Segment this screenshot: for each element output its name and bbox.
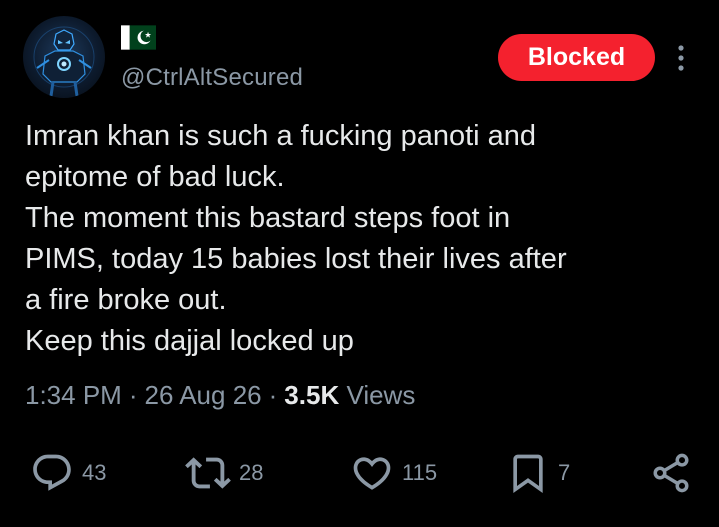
pakistan-flag-icon xyxy=(121,25,156,50)
armored-figure-avatar-icon xyxy=(33,26,95,97)
tweet-text: Imran khan is such a fucking panoti and … xyxy=(25,116,705,362)
reply-icon xyxy=(33,454,71,491)
action-bar: 43 28 115 7 xyxy=(0,448,719,498)
like-count: 115 xyxy=(402,460,438,485)
author-handle[interactable]: @CtrlAltSecured xyxy=(121,64,303,92)
meta-separator: · xyxy=(128,380,138,410)
tweet-meta: 1:34 PM · 26 Aug 26 · 3.5K Views xyxy=(25,380,415,411)
heart-icon xyxy=(353,457,391,490)
tweet-text-line: Keep this dajjal locked up xyxy=(25,325,354,357)
tweet-text-line: PIMS, today 15 babies lost their lives a… xyxy=(25,243,567,275)
bookmark-count: 7 xyxy=(558,460,571,485)
repost-count: 28 xyxy=(239,460,264,485)
share-button[interactable] xyxy=(649,448,693,498)
reply-count: 43 xyxy=(82,460,107,485)
tweet-card: @CtrlAltSecured Blocked Imran khan is su… xyxy=(0,0,719,527)
tweet-text-line: epitome of bad luck. xyxy=(25,161,285,193)
tweet-text-line: a fire broke out. xyxy=(25,284,227,316)
reply-button[interactable]: 43 xyxy=(30,448,106,498)
tweet-text-line: Imran khan is such a fucking panoti and xyxy=(25,120,537,152)
bookmark-button[interactable]: 7 xyxy=(506,448,570,498)
meta-separator: · xyxy=(268,380,278,410)
more-options-icon[interactable] xyxy=(668,40,694,76)
like-button[interactable]: 115 xyxy=(350,448,437,498)
repost-button[interactable]: 28 xyxy=(185,448,263,498)
blocked-button[interactable]: Blocked xyxy=(498,34,655,81)
tweet-time[interactable]: 1:34 PM xyxy=(25,380,122,410)
share-icon xyxy=(653,453,689,493)
tweet-date[interactable]: 26 Aug 26 xyxy=(145,380,262,410)
views-label: Views xyxy=(346,380,416,410)
bookmark-icon xyxy=(513,454,543,494)
repost-icon xyxy=(185,457,231,489)
avatar[interactable] xyxy=(23,16,105,98)
tweet-text-line: The moment this bastard steps foot in xyxy=(25,202,511,234)
views-count[interactable]: 3.5K xyxy=(284,380,339,410)
